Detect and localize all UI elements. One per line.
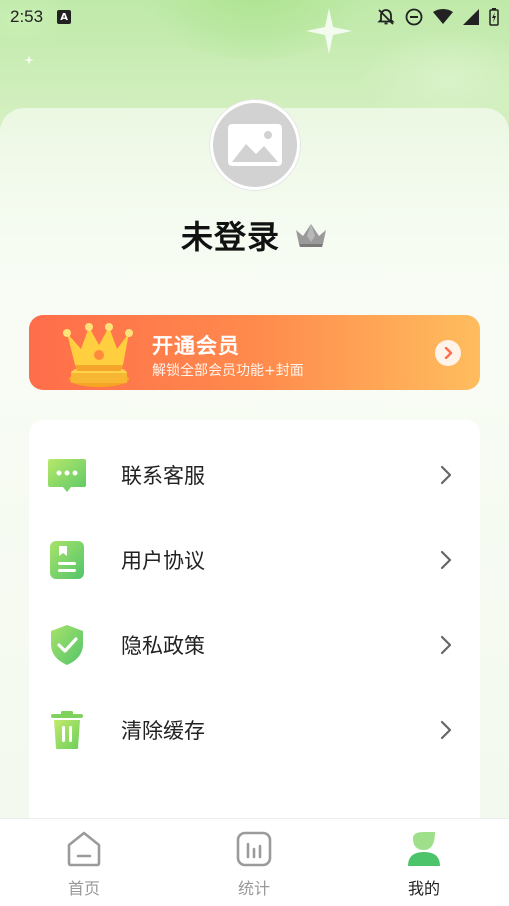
home-icon (67, 831, 101, 867)
username-row: 未登录 (0, 210, 509, 260)
image-placeholder-icon (228, 124, 282, 166)
user-icon (408, 832, 440, 866)
menu-item-user-agreement[interactable]: 用户协议 (29, 520, 480, 600)
menu-item-clear-cache[interactable]: 清除缓存 (29, 690, 480, 770)
menu-item-customer-service[interactable]: 联系客服 (29, 435, 480, 515)
vip-banner[interactable]: 开通会员 解锁全部会员功能+封面 (29, 315, 480, 390)
nav-label: 我的 (407, 879, 440, 898)
shield-check-icon (51, 625, 83, 665)
chart-icon (236, 831, 272, 867)
battery-icon (489, 8, 499, 26)
vip-title: 开通会员 (152, 334, 240, 358)
chevron-right-icon (440, 720, 452, 740)
crown-icon (296, 224, 326, 247)
nav-item-mine[interactable]: 我的 (364, 819, 484, 906)
nav-label: 首页 (67, 879, 100, 898)
bottom-nav: 首页 统计 我的 (0, 818, 509, 906)
avatar[interactable] (210, 100, 300, 190)
bell-off-icon (377, 9, 395, 25)
status-time: 2:53 (10, 7, 44, 26)
nav-item-statistics[interactable]: 统计 (194, 819, 314, 906)
menu-item-privacy-policy[interactable]: 隐私政策 (29, 605, 480, 685)
wifi-icon (433, 9, 453, 24)
vip-subtitle: 解锁全部会员功能+封面 (152, 363, 304, 379)
menu-item-label: 联系客服 (121, 464, 205, 488)
vip-arrow-button[interactable] (435, 340, 461, 366)
settings-menu: 联系客服 用户协议 隐私政策 清除缓存 (29, 420, 480, 840)
gold-crown-icon (63, 323, 133, 387)
chevron-right-icon (444, 347, 453, 359)
username-label[interactable]: 未登录 (181, 212, 280, 258)
chat-bubble-icon (48, 459, 86, 492)
document-icon (50, 541, 84, 579)
chevron-right-icon (440, 635, 452, 655)
notification-icon: A (57, 10, 72, 24)
signal-icon (463, 9, 479, 25)
chevron-right-icon (440, 465, 452, 485)
chevron-right-icon (440, 550, 452, 570)
menu-item-label: 用户协议 (121, 549, 205, 573)
trash-icon (51, 711, 83, 749)
status-bar: 2:53 A (0, 0, 509, 34)
menu-item-label: 清除缓存 (121, 719, 205, 743)
nav-item-home[interactable]: 首页 (24, 819, 144, 906)
nav-label: 统计 (237, 879, 270, 898)
menu-item-label: 隐私政策 (121, 634, 205, 658)
do-not-disturb-icon (405, 8, 423, 26)
sparkle-icon (24, 55, 34, 65)
